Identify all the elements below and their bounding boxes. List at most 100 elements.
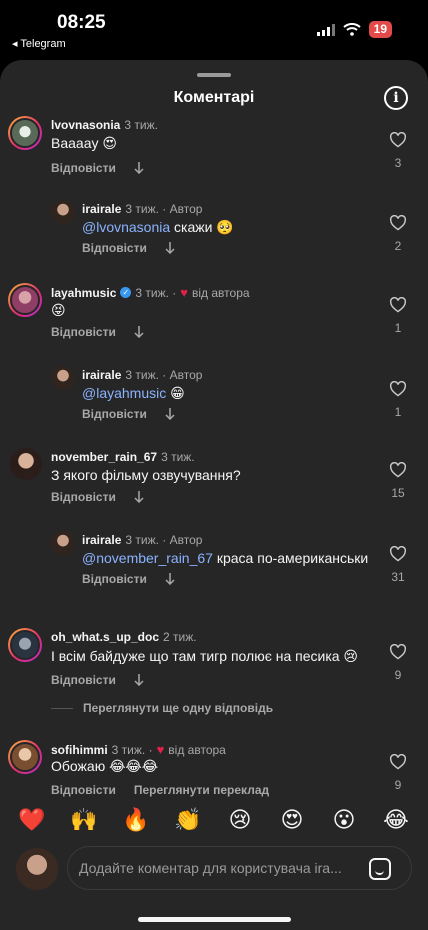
avatar[interactable] [51, 200, 75, 224]
like-count: 1 [394, 321, 402, 335]
heart-outline-icon[interactable] [389, 546, 407, 562]
emoji-clap-button[interactable]: 👏 [170, 808, 206, 833]
translate-arrow-icon[interactable] [134, 491, 144, 503]
view-more-divider [51, 707, 73, 709]
comment-username[interactable]: layahmusic [51, 286, 116, 300]
comments-sheet: Коментарі i lvovnasonia 3 тиж. Вааааy 😍 В… [0, 60, 428, 930]
like-count: 1 [394, 405, 402, 419]
comment-text: З якого фільму озвучування? [51, 467, 241, 483]
sheet-grabber[interactable] [197, 73, 231, 77]
comment-text: Вааааy 😍 [51, 135, 117, 151]
mention-link[interactable]: @november_rain_67 [82, 550, 213, 566]
status-icons: 19 [316, 21, 392, 38]
author-liked-heart-icon: ♥ [180, 285, 188, 300]
translate-arrow-icon[interactable] [134, 674, 144, 686]
see-translation-button[interactable]: Переглянути переклад [134, 783, 269, 797]
emoji-fire-button[interactable]: 🔥 [118, 808, 154, 833]
comment-username[interactable]: irairale [82, 202, 121, 216]
comment-time: 3 тиж. · Автор [125, 533, 203, 547]
sheet-title: Коментарі [173, 89, 255, 106]
heart-outline-icon[interactable] [389, 644, 407, 660]
comment-username[interactable]: irairale [82, 533, 121, 547]
reply-button[interactable]: Відповісти [51, 673, 116, 687]
reply-button[interactable]: Відповісти [51, 490, 116, 504]
wifi-icon [342, 23, 361, 36]
comment-text: Обожаю 😂😂😂 [51, 758, 159, 774]
like-count: 3 [394, 156, 402, 170]
status-bar: 08:25 ◂ Telegram 19 [0, 0, 428, 58]
avatar[interactable] [8, 116, 42, 150]
comment-time: 3 тиж. · Автор [125, 202, 203, 216]
comment-time: 3 тиж. · Автор [125, 368, 203, 382]
status-time: 08:25 [57, 12, 106, 33]
battery-indicator: 19 [368, 21, 392, 38]
emoji-raised-hands-button[interactable]: 🙌 [66, 808, 102, 833]
heart-outline-icon[interactable] [389, 381, 407, 397]
comment-input[interactable] [79, 857, 349, 879]
mention-link[interactable]: @lvovnasonia [82, 219, 170, 235]
comment-username[interactable]: november_rain_67 [51, 450, 157, 464]
translate-arrow-icon[interactable] [134, 162, 144, 174]
comment-time: 3 тиж. · [111, 742, 153, 757]
comment-time: 3 тиж. [161, 450, 195, 464]
reply-button[interactable]: Відповісти [51, 161, 116, 175]
like-count: 9 [394, 778, 402, 792]
reply-button[interactable]: Відповісти [82, 407, 147, 421]
sticker-icon[interactable] [369, 858, 391, 880]
emoji-surprised-button[interactable]: 😮 [326, 808, 362, 833]
home-indicator [138, 917, 291, 922]
reply-button[interactable]: Відповісти [82, 241, 147, 255]
quick-emoji-bar: ❤️ 🙌 🔥 👏 😢 😍 😮 😂 [0, 802, 428, 838]
comment-username[interactable]: irairale [82, 368, 121, 382]
emoji-laughing-button[interactable]: 😂 [378, 808, 414, 833]
translate-arrow-icon[interactable] [165, 573, 175, 585]
heart-outline-icon[interactable] [389, 215, 407, 231]
translate-arrow-icon[interactable] [134, 326, 144, 338]
heart-outline-icon[interactable] [389, 297, 407, 313]
avatar[interactable] [10, 448, 42, 480]
comment-username[interactable]: oh_what.s_up_doc [51, 630, 159, 644]
view-more-replies-button[interactable]: Переглянути ще одну відповідь [51, 701, 273, 715]
emoji-heart-eyes-button[interactable]: 😍 [274, 808, 310, 833]
like-count: 9 [394, 668, 402, 682]
comment-text: @november_rain_67 краса по-американськи [82, 550, 369, 566]
comment-time: 2 тиж. [163, 630, 197, 644]
comment-input-wrapper [67, 846, 412, 890]
comment-username[interactable]: sofihimmi [51, 743, 108, 757]
reply-button[interactable]: Відповісти [82, 572, 147, 586]
back-to-telegram-link[interactable]: ◂ Telegram [12, 37, 66, 50]
mention-link[interactable]: @layahmusic [82, 385, 166, 401]
current-user-avatar [16, 848, 58, 890]
translate-arrow-icon[interactable] [165, 408, 175, 420]
verified-badge-icon: ✓ [120, 287, 132, 298]
comment-text: І всім байдуже що там тигр полює на песи… [51, 648, 359, 664]
avatar[interactable] [51, 531, 75, 555]
emoji-crying-button[interactable]: 😢 [222, 808, 258, 833]
liked-by-author-label: від автора [192, 285, 250, 300]
comment-time: 3 тиж. [124, 118, 158, 132]
avatar[interactable] [8, 283, 42, 317]
emoji-heart-button[interactable]: ❤️ [14, 808, 50, 833]
cellular-signal-icon [316, 23, 335, 36]
reply-button[interactable]: Відповісти [51, 783, 116, 797]
like-count: 15 [391, 486, 405, 500]
translate-arrow-icon[interactable] [165, 242, 175, 254]
view-more-label: Переглянути ще одну відповідь [83, 701, 274, 715]
comment-text: @layahmusic 😁 [82, 385, 185, 401]
heart-outline-icon[interactable] [389, 132, 407, 148]
comment-username[interactable]: lvovnasonia [51, 118, 120, 132]
info-icon[interactable]: i [384, 86, 408, 110]
heart-outline-icon[interactable] [389, 462, 407, 478]
comment-text: @lvovnasonia скажи 🥺 [82, 219, 234, 235]
avatar[interactable] [51, 366, 75, 390]
like-count: 2 [394, 239, 402, 253]
liked-by-author-label: від автора [168, 742, 226, 757]
comment-time: 3 тиж. · [135, 285, 177, 300]
reply-button[interactable]: Відповісти [51, 325, 116, 339]
like-count: 31 [391, 570, 405, 584]
heart-outline-icon[interactable] [389, 754, 407, 770]
avatar[interactable] [8, 628, 42, 662]
author-liked-heart-icon: ♥ [156, 742, 165, 757]
comment-text: 😝 [51, 302, 66, 318]
avatar[interactable] [8, 740, 42, 774]
